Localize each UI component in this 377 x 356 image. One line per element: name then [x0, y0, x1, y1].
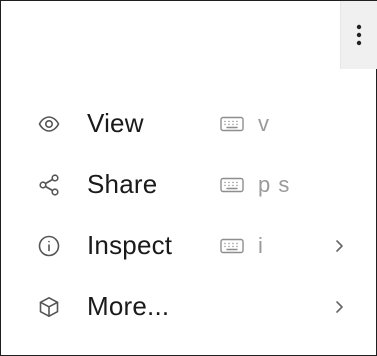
menu-item-inspect[interactable]: Inspect i [1, 215, 376, 276]
menu-panel: View v Share p s Inspect i More... [0, 0, 377, 356]
vertical-ellipsis-icon [356, 24, 362, 46]
context-menu: View v Share p s Inspect i More... [1, 93, 376, 337]
keyboard-icon [220, 238, 244, 253]
cube-icon [37, 295, 61, 319]
eye-icon [37, 112, 61, 136]
chevron-right-icon [333, 298, 347, 316]
shortcut-keys: i [258, 232, 264, 258]
shortcut-keys: v [258, 110, 270, 136]
shortcut-hint: v [220, 111, 270, 137]
shortcut-hint: p s [220, 172, 290, 198]
menu-item-label: More... [87, 290, 170, 321]
keyboard-icon [220, 116, 244, 131]
menu-item-more[interactable]: More... [1, 276, 376, 337]
more-options-button[interactable] [340, 1, 377, 69]
menu-item-label: View [87, 107, 144, 138]
shortcut-hint: i [220, 233, 264, 259]
info-icon [37, 234, 61, 258]
menu-item-label: Share [87, 168, 158, 199]
share-icon [37, 173, 61, 197]
keyboard-icon [220, 177, 244, 192]
chevron-right-icon [333, 237, 347, 255]
shortcut-keys: p s [258, 171, 291, 197]
menu-item-share[interactable]: Share p s [1, 154, 376, 215]
menu-item-view[interactable]: View v [1, 93, 376, 154]
menu-item-label: Inspect [87, 229, 173, 260]
